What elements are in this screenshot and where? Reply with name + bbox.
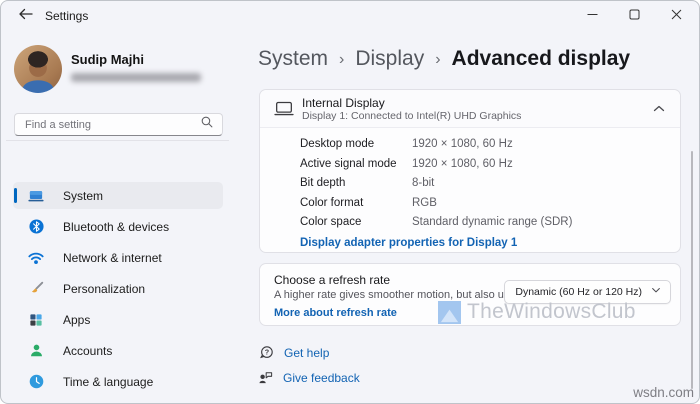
sidebar-item-time-language[interactable]: Time & language — [13, 368, 223, 395]
give-feedback-link[interactable]: Give feedback — [257, 369, 360, 386]
sidebar-item-label: System — [63, 188, 104, 203]
profile-name: Sudip Majhi — [71, 52, 144, 67]
help-icon: ? — [258, 344, 275, 361]
breadcrumb: System › Display › Advanced display — [258, 47, 630, 71]
card-title: Internal Display — [302, 95, 385, 110]
sidebar-divider — [6, 140, 229, 141]
detail-value: 1920 × 1080, 60 Hz — [412, 138, 513, 150]
sidebar-item-personalization[interactable]: Personalization — [13, 275, 223, 302]
search-icon — [200, 115, 214, 134]
sidebar-item-bluetooth-devices[interactable]: Bluetooth & devices — [13, 213, 223, 240]
detail-value: 1920 × 1080, 60 Hz — [412, 157, 513, 170]
detail-row: Active signal mode 1920 × 1080, 60 Hz — [300, 155, 680, 175]
sidebar-nav: System Bluetooth & devices Network & int… — [1, 145, 234, 403]
back-arrow-icon — [19, 7, 33, 25]
sidebar: Sudip Majhi Find a setting System Blueto — [1, 31, 234, 403]
sidebar-item-gaming[interactable]: Gaming — [13, 399, 223, 403]
refresh-rate-card: Choose a refresh rate A higher rate give… — [259, 263, 681, 326]
refresh-rate-dropdown-value: Dynamic (60 Hz or 120 Hz) — [515, 286, 642, 298]
minimize-button[interactable] — [571, 1, 613, 30]
detail-value: 8-bit — [412, 177, 435, 190]
sidebar-item-label: Accounts — [63, 343, 113, 358]
detail-label: Desktop mode — [300, 138, 375, 150]
chevron-up-icon[interactable] — [651, 101, 667, 117]
close-button[interactable] — [655, 1, 697, 30]
sidebar-item-label: Personalization — [63, 281, 146, 296]
chevron-down-icon — [650, 283, 662, 301]
titlebar: Settings — [1, 1, 699, 31]
window-title: Settings — [45, 9, 89, 23]
maximize-icon — [629, 7, 640, 25]
get-help-link[interactable]: ? Get help — [258, 344, 329, 361]
detail-label: Color space — [300, 216, 362, 229]
internal-display-header-text: Internal Display Display 1: Connected to… — [302, 96, 521, 122]
breadcrumb-separator: › — [435, 50, 441, 68]
avatar[interactable] — [14, 45, 62, 93]
back-button[interactable] — [13, 6, 39, 26]
minimize-icon — [587, 7, 598, 25]
breadcrumb-separator: › — [339, 50, 345, 68]
wifi-icon — [27, 249, 45, 267]
sidebar-item-system[interactable]: System — [13, 182, 223, 209]
window-controls — [571, 1, 697, 30]
bluetooth-icon — [27, 218, 45, 236]
sidebar-item-label: Bluetooth & devices — [63, 219, 170, 234]
internal-display-card: Internal Display Display 1: Connected to… — [259, 89, 681, 253]
maximize-button[interactable] — [613, 1, 655, 30]
brush-icon — [27, 280, 45, 298]
get-help-label: Get help — [284, 345, 330, 360]
sidebar-item-label: Time & language — [63, 374, 154, 389]
sidebar-item-apps[interactable]: Apps — [13, 306, 223, 333]
search-placeholder: Find a setting — [25, 118, 92, 131]
watermark-wsdn: wsdn.com — [633, 385, 694, 400]
page-title: Advanced display — [451, 47, 631, 70]
detail-label: Color format — [300, 196, 364, 209]
more-about-refresh-rate-link[interactable]: More about refresh rate — [274, 307, 397, 319]
give-feedback-label: Give feedback — [283, 370, 360, 385]
detail-label: Active signal mode — [300, 157, 397, 170]
internal-display-header[interactable]: Internal Display Display 1: Connected to… — [260, 90, 680, 128]
system-icon — [27, 187, 45, 205]
detail-value: RGB — [412, 196, 437, 209]
breadcrumb-system[interactable]: System — [258, 47, 328, 71]
svg-text:?: ? — [265, 348, 269, 357]
person-icon — [27, 342, 45, 360]
detail-label: Bit depth — [300, 177, 346, 190]
detail-row: Color format RGB — [300, 194, 680, 214]
sidebar-item-label: Network & internet — [63, 250, 162, 265]
breadcrumb-display[interactable]: Display — [355, 47, 424, 71]
settings-window: Settings Sudip Majhi Find a setting Syst… — [0, 0, 700, 404]
monitor-icon — [273, 99, 295, 119]
selection-indicator — [14, 188, 17, 203]
display-adapter-properties-link[interactable]: Display adapter properties for Display 1 — [300, 237, 517, 249]
detail-row: Bit depth 8-bit — [300, 174, 680, 194]
sidebar-item-network-internet[interactable]: Network & internet — [13, 244, 223, 271]
sidebar-item-accounts[interactable]: Accounts — [13, 337, 223, 364]
display-details: Desktop mode 1920 × 1080, 60 Hz Active s… — [260, 128, 680, 251]
detail-row: Desktop mode 1920 × 1080, 60 Hz — [300, 135, 680, 155]
refresh-rate-dropdown[interactable]: Dynamic (60 Hz or 120 Hz) — [504, 280, 671, 304]
detail-row: Color space Standard dynamic range (SDR) — [300, 213, 680, 233]
detail-value: Standard dynamic range (SDR) — [412, 216, 573, 229]
clock-icon — [27, 373, 45, 391]
profile-email-blurred — [71, 73, 201, 82]
feedback-icon — [257, 369, 274, 386]
vertical-scrollbar[interactable] — [691, 151, 693, 389]
sidebar-item-label: Apps — [63, 312, 91, 327]
card-subtitle: Display 1: Connected to Intel(R) UHD Gra… — [302, 109, 522, 122]
apps-icon — [27, 311, 45, 329]
close-icon — [671, 7, 682, 25]
search-input[interactable]: Find a setting — [14, 113, 223, 136]
